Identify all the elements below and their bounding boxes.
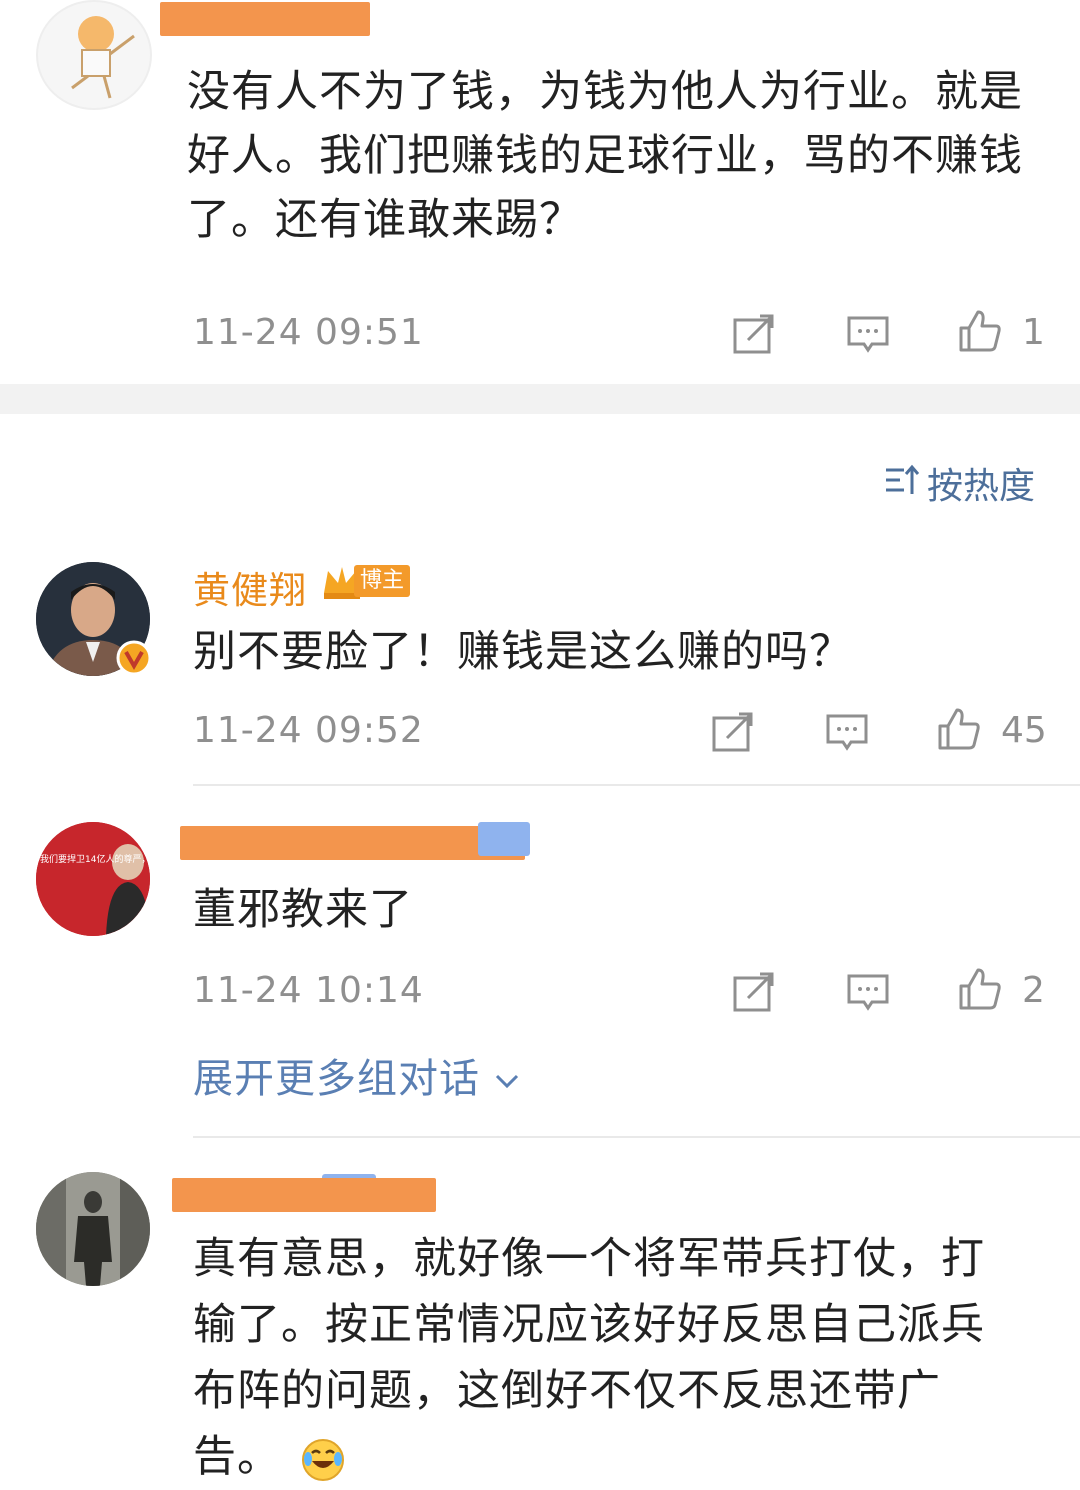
like-count: 45 (1001, 710, 1047, 751)
username[interactable]: 黄健翔 (193, 560, 307, 614)
bw-street-avatar (36, 1172, 150, 1286)
comment-icon[interactable] (825, 710, 869, 754)
cartoon-avatar-icon (71, 16, 135, 99)
verified-badge-icon (478, 822, 530, 856)
avatar[interactable] (36, 1172, 150, 1286)
redacted-username (160, 2, 370, 36)
redacted-username (172, 1178, 436, 1212)
comment-icon[interactable] (846, 312, 890, 356)
sort-icon[interactable] (884, 462, 920, 498)
comment-text: 别不要脸了！赚钱是这么赚的吗？ (193, 627, 853, 677)
forward-icon[interactable] (711, 710, 755, 754)
divider (193, 1136, 1080, 1138)
comment-time: 11-24 09:52 (193, 710, 424, 751)
expand-more-conversations-link[interactable]: 展开更多组对话 (193, 1046, 520, 1104)
redacted-username (180, 826, 525, 860)
like-icon[interactable] (958, 308, 1002, 352)
comment-icon[interactable] (846, 970, 890, 1014)
comment-text: 董邪教来了 (193, 885, 413, 935)
comment-text: 真有意思，就好像一个将军带兵打仗，打输了。按正常情况应该好好反思自己派兵布阵的问… (193, 1226, 1013, 1490)
red-poster-avatar: 我们要捍卫14亿人的尊严，我们在亚洲不比任何人差 (36, 822, 150, 936)
sort-by-hot-button[interactable]: 按热度 (927, 457, 1035, 509)
verified-icon (116, 640, 152, 676)
divider (193, 784, 1080, 786)
comment-time: 11-24 09:51 (193, 312, 424, 353)
expand-label: 展开更多组对话 (193, 1056, 480, 1102)
laugh-cry-emoji (301, 1438, 344, 1481)
comment-text: 没有人不为了钱，为钱为他人为行业。就是好人。我们把赚钱的足球行业，骂的不赚钱了。… (187, 67, 1023, 245)
like-icon[interactable] (937, 706, 981, 750)
like-count: 2 (1022, 970, 1045, 1011)
forward-icon[interactable] (732, 970, 776, 1014)
forward-icon[interactable] (732, 312, 776, 356)
blogger-badge: 博主 (354, 565, 411, 597)
chevron-down-icon (495, 1074, 518, 1089)
section-separator (0, 384, 1080, 414)
avatar-caption: 我们要捍卫14亿人的尊严，我们在亚洲不比任何人差 (40, 853, 150, 865)
like-count: 1 (1022, 312, 1045, 353)
like-icon[interactable] (958, 966, 1002, 1010)
avatar[interactable]: 我们要捍卫14亿人的尊严，我们在亚洲不比任何人差 (36, 822, 150, 936)
comment-time: 11-24 10:14 (193, 970, 424, 1011)
avatar[interactable] (36, 0, 152, 110)
